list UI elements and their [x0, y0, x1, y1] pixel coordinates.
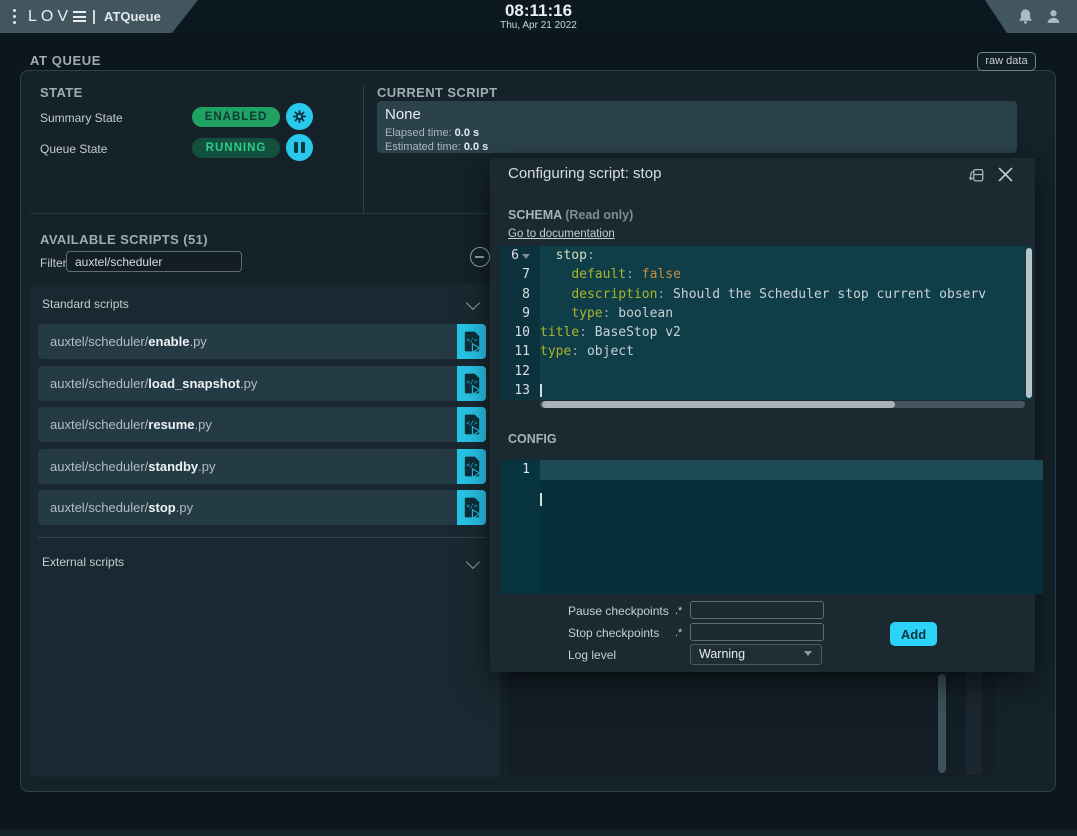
- config-cursor: [540, 493, 542, 506]
- kebab-menu-icon[interactable]: [13, 7, 16, 26]
- state-heading: STATE: [40, 85, 83, 100]
- elapsed-time-value: 0.0 s: [455, 127, 479, 139]
- bottom-band: [0, 829, 1077, 836]
- launch-script-button[interactable]: </>: [457, 366, 486, 401]
- schema-heading: SCHEMA (Read only): [508, 208, 633, 222]
- stop-checkpoints-input[interactable]: [690, 623, 824, 641]
- pause-checkpoints-input[interactable]: [690, 601, 824, 619]
- logo-e-bars-icon: [73, 8, 86, 24]
- launch-script-button[interactable]: </>: [457, 407, 486, 442]
- atqueue-page: LOV ATQueue 08:11:16 Thu, Apr 21 2022 AT…: [0, 0, 1077, 836]
- current-script-heading: CURRENT SCRIPT: [377, 85, 497, 100]
- schema-readonly-note: (Read only): [565, 208, 633, 222]
- standard-scripts-chevron-down-icon[interactable]: [466, 296, 480, 310]
- summary-state-settings-button[interactable]: [286, 103, 313, 130]
- script-path: auxtel/scheduler/standby.py: [50, 449, 215, 484]
- close-modal-button[interactable]: [998, 167, 1013, 185]
- external-scripts-group-label: External scripts: [42, 555, 124, 569]
- pause-icon: [293, 142, 307, 153]
- pause-checkpoints-label: Pause checkpoints: [568, 604, 669, 618]
- elapsed-time-label: Elapsed time:: [385, 127, 452, 139]
- notifications-bell-icon[interactable]: [1017, 8, 1034, 25]
- script-row[interactable]: auxtel/scheduler/load_snapshot.py </>: [38, 366, 486, 401]
- config-editor-gutter: 1: [500, 460, 540, 594]
- raw-data-button[interactable]: raw data: [977, 52, 1036, 71]
- launch-script-button[interactable]: </>: [457, 490, 486, 525]
- schema-horizontal-scrollbar-thumb[interactable]: [542, 401, 895, 408]
- launch-script-icon: </>: [463, 455, 481, 478]
- documentation-link[interactable]: Go to documentation: [508, 228, 615, 240]
- launch-script-icon: </>: [463, 330, 481, 353]
- standard-scripts-group-label: Standard scripts: [42, 297, 129, 311]
- modal-title: Configuring script: stop: [508, 165, 661, 182]
- summary-state-badge: ENABLED: [192, 107, 280, 127]
- log-level-label: Log level: [568, 648, 616, 662]
- close-icon: [998, 167, 1013, 182]
- stop-checkpoints-label: Stop checkpoints: [568, 626, 659, 640]
- logo-text: LOV: [28, 8, 72, 26]
- script-path: auxtel/scheduler/enable.py: [50, 324, 207, 359]
- schema-heading-text: SCHEMA: [508, 208, 562, 222]
- launch-script-button[interactable]: </>: [457, 449, 486, 484]
- script-row[interactable]: auxtel/scheduler/stop.py </>: [38, 490, 486, 525]
- queue-state-label: Queue State: [40, 142, 107, 156]
- logo-separator: [93, 10, 95, 24]
- estimated-time-value: 0.0 s: [464, 141, 488, 153]
- top-header: LOV ATQueue 08:11:16 Thu, Apr 21 2022: [0, 0, 1077, 33]
- available-scripts-panel: Standard scripts auxtel/scheduler/enable…: [30, 284, 500, 777]
- schema-editor-code: stop: default: false description: Should…: [540, 246, 1025, 400]
- script-path: auxtel/scheduler/stop.py: [50, 490, 193, 525]
- configure-script-modal: Configuring script: stop SCHEMA (Read on…: [490, 158, 1035, 672]
- gear-icon: [292, 109, 307, 124]
- schema-vertical-scrollbar[interactable]: [1025, 246, 1033, 400]
- header-left-tab: LOV ATQueue: [0, 0, 198, 33]
- script-row[interactable]: auxtel/scheduler/enable.py </>: [38, 324, 486, 359]
- panel-legend: AT QUEUE: [30, 53, 101, 68]
- script-row[interactable]: auxtel/scheduler/standby.py </>: [38, 449, 486, 484]
- script-path: auxtel/scheduler/resume.py: [50, 407, 212, 442]
- filter-input[interactable]: [66, 251, 242, 272]
- launch-script-button[interactable]: </>: [457, 324, 486, 359]
- estimated-time-label: Estimated time:: [385, 141, 461, 153]
- pause-checkpoints-regex: .*: [675, 605, 682, 617]
- config-editor-code: [540, 460, 1035, 594]
- elapsed-time: Elapsed time:0.0 s: [385, 127, 479, 139]
- scripts-group-divider: [38, 537, 486, 538]
- log-level-select[interactable]: Warning: [690, 644, 822, 665]
- header-right-tab: [985, 0, 1077, 33]
- config-heading: CONFIG: [508, 432, 557, 446]
- collapse-all-icon[interactable]: [470, 247, 490, 267]
- user-icon[interactable]: [1045, 8, 1062, 25]
- estimated-time: Estimated time:0.0 s: [385, 141, 488, 153]
- script-path: auxtel/scheduler/load_snapshot.py: [50, 366, 257, 401]
- pause-queue-button[interactable]: [286, 134, 313, 161]
- launch-script-icon: </>: [463, 496, 481, 519]
- current-script-name: None: [385, 106, 421, 123]
- section-divider: [30, 213, 489, 214]
- queue-scrollbar-thumb[interactable]: [938, 674, 946, 773]
- add-script-button[interactable]: Add: [890, 622, 937, 646]
- detach-window-button[interactable]: [967, 166, 985, 187]
- config-editor[interactable]: 1: [500, 460, 1043, 594]
- stop-checkpoints-regex: .*: [675, 627, 682, 639]
- love-logo: LOV: [28, 8, 104, 26]
- available-scripts-heading: AVAILABLE SCRIPTS (51): [40, 232, 208, 247]
- chevron-down-icon: [804, 651, 812, 656]
- launch-script-icon: </>: [463, 413, 481, 436]
- log-level-value: Warning: [699, 647, 745, 661]
- launch-script-icon: </>: [463, 372, 481, 395]
- page-title: ATQueue: [104, 9, 161, 24]
- script-row[interactable]: auxtel/scheduler/resume.py </>: [38, 407, 486, 442]
- config-line-number: 1: [500, 460, 540, 479]
- external-scripts-chevron-down-icon[interactable]: [466, 555, 480, 569]
- detach-window-icon: [967, 166, 985, 184]
- queue-state-badge: RUNNING: [192, 138, 280, 158]
- summary-state-label: Summary State: [40, 111, 123, 125]
- schema-editor[interactable]: 678910111213 stop: default: false descri…: [500, 246, 1033, 400]
- schema-editor-gutter: 678910111213: [500, 246, 540, 400]
- state-divider: [363, 85, 364, 213]
